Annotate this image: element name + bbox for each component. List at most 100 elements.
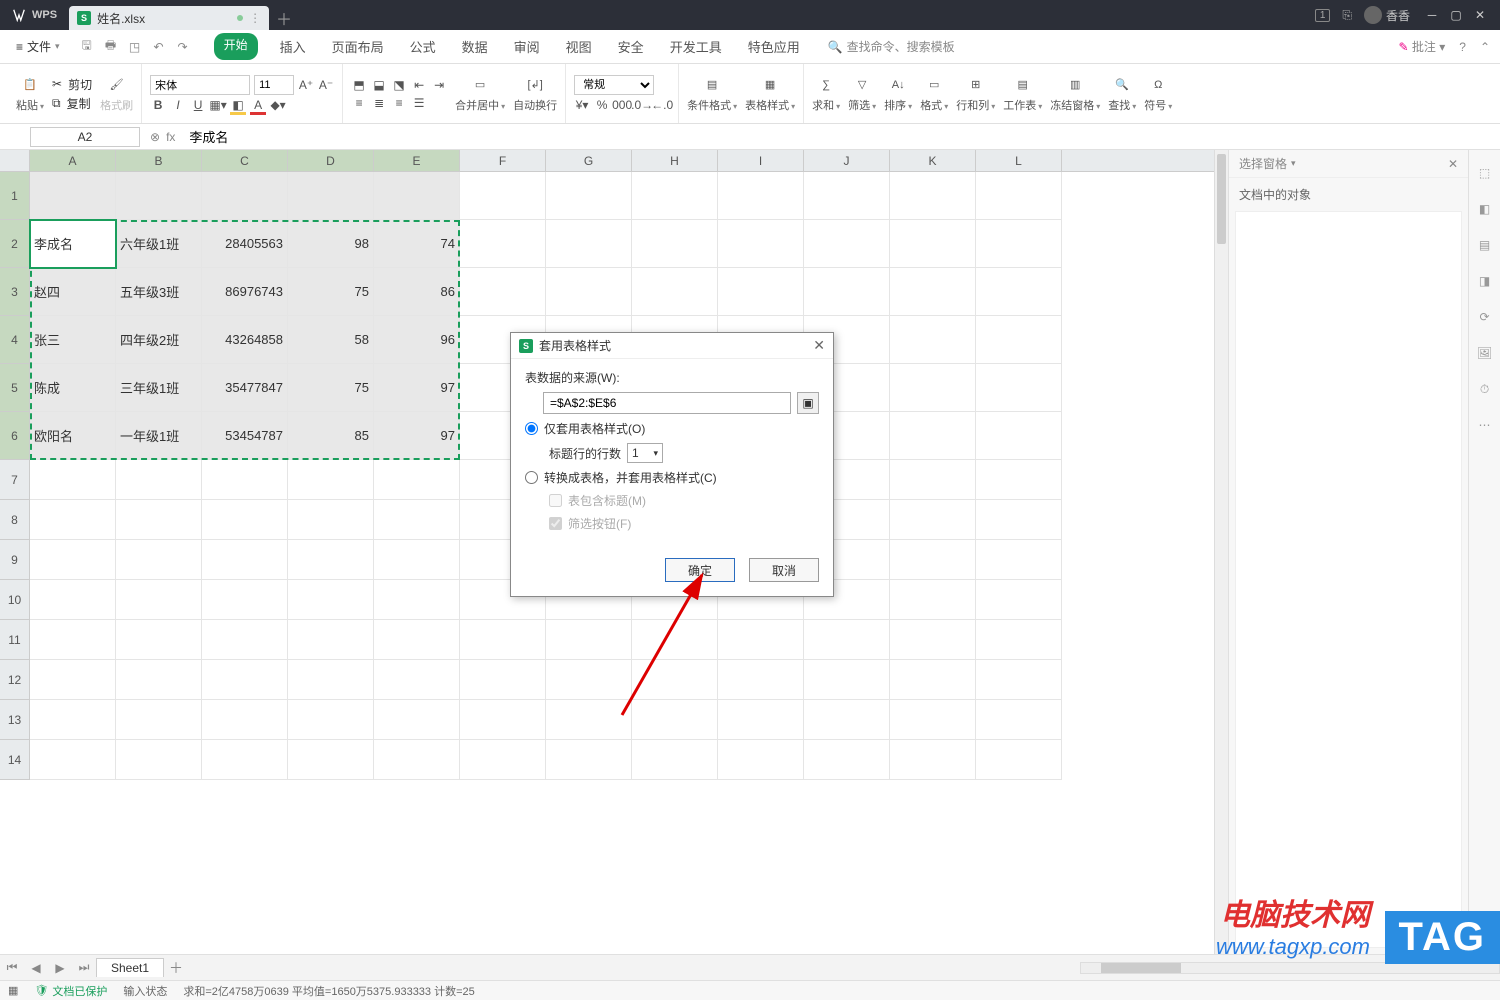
tab-security[interactable]: 安全: [614, 33, 648, 60]
cell[interactable]: 六年级1班: [116, 220, 202, 268]
cell[interactable]: 四年级2班: [116, 316, 202, 364]
cell[interactable]: [718, 620, 804, 660]
fill-color-button[interactable]: ◧: [230, 97, 246, 113]
cell[interactable]: 96: [374, 316, 460, 364]
print-quick-icon[interactable]: 🖶: [102, 38, 120, 56]
add-sheet-button[interactable]: ＋: [164, 958, 188, 978]
cell[interactable]: [202, 580, 288, 620]
cell[interactable]: 李成名: [30, 220, 116, 268]
cell[interactable]: [116, 620, 202, 660]
cell[interactable]: [30, 540, 116, 580]
tab-data[interactable]: 数据: [458, 33, 492, 60]
align-left-icon[interactable]: ≡: [351, 95, 367, 111]
merge-center-button[interactable]: ▭ 合并居中: [455, 75, 505, 113]
cell[interactable]: [288, 460, 374, 500]
row-header[interactable]: 3: [0, 268, 30, 316]
format-button[interactable]: ▭格式: [920, 75, 948, 113]
cell[interactable]: [202, 740, 288, 780]
cell[interactable]: [546, 740, 632, 780]
document-tab[interactable]: S 姓名.xlsx ⋮: [69, 6, 269, 30]
cell[interactable]: [460, 620, 546, 660]
cell[interactable]: [546, 220, 632, 268]
cell[interactable]: [30, 700, 116, 740]
cell[interactable]: [804, 740, 890, 780]
cell[interactable]: [288, 580, 374, 620]
range-picker-button[interactable]: ▣: [797, 392, 819, 414]
cell[interactable]: 75: [288, 268, 374, 316]
cell[interactable]: [890, 172, 976, 220]
row-header[interactable]: 9: [0, 540, 30, 580]
cell[interactable]: [632, 268, 718, 316]
cell[interactable]: 97: [374, 412, 460, 460]
cell[interactable]: [976, 268, 1062, 316]
file-menu[interactable]: ≡ 文件 ▾: [10, 36, 66, 57]
sheet-nav-first[interactable]: ⏮: [0, 960, 24, 975]
cell[interactable]: [546, 700, 632, 740]
cancel-button[interactable]: 取消: [749, 558, 819, 582]
column-header[interactable]: C: [202, 150, 288, 171]
cell[interactable]: [374, 660, 460, 700]
formula-input[interactable]: [185, 129, 1500, 144]
maximize-button[interactable]: ▢: [1446, 5, 1466, 25]
cell[interactable]: [288, 500, 374, 540]
row-header[interactable]: 13: [0, 700, 30, 740]
column-header[interactable]: K: [890, 150, 976, 171]
cell[interactable]: 58: [288, 316, 374, 364]
cell[interactable]: [202, 540, 288, 580]
status-icon[interactable]: ▦: [8, 984, 18, 997]
cell[interactable]: [374, 700, 460, 740]
tab-devtools[interactable]: 开发工具: [666, 33, 726, 60]
cell[interactable]: [460, 268, 546, 316]
cell[interactable]: [632, 172, 718, 220]
cell[interactable]: [632, 220, 718, 268]
copy-button[interactable]: ⧉复制: [52, 95, 92, 112]
vertical-scrollbar[interactable]: [1214, 150, 1228, 954]
cell[interactable]: [890, 268, 976, 316]
cell[interactable]: [460, 220, 546, 268]
cell[interactable]: [202, 700, 288, 740]
toolstrip-history-icon[interactable]: ⏱: [1476, 380, 1494, 398]
app-logo[interactable]: WPS: [0, 8, 69, 22]
cell[interactable]: [30, 580, 116, 620]
cell[interactable]: 35477847: [202, 364, 288, 412]
cell[interactable]: [976, 620, 1062, 660]
sheet-nav-last[interactable]: ⏭: [72, 960, 96, 975]
column-header[interactable]: D: [288, 150, 374, 171]
tab-view[interactable]: 视图: [562, 33, 596, 60]
cell[interactable]: [976, 460, 1062, 500]
cell[interactable]: [890, 660, 976, 700]
cell[interactable]: 一年级1班: [116, 412, 202, 460]
cell[interactable]: [202, 172, 288, 220]
symbol-button[interactable]: Ω符号: [1144, 75, 1172, 113]
italic-button[interactable]: I: [170, 97, 186, 113]
row-header[interactable]: 11: [0, 620, 30, 660]
cell[interactable]: 赵四: [30, 268, 116, 316]
cell[interactable]: [890, 364, 976, 412]
panel-close-icon[interactable]: ✕: [1448, 157, 1458, 171]
cell[interactable]: [460, 700, 546, 740]
cell[interactable]: [288, 700, 374, 740]
conditional-format-button[interactable]: ▤条件格式: [687, 75, 737, 113]
column-header[interactable]: A: [30, 150, 116, 171]
tab-special[interactable]: 特色应用: [744, 33, 804, 60]
indent-decrease-icon[interactable]: ⇤: [411, 77, 427, 93]
increase-font-icon[interactable]: A⁺: [298, 77, 314, 93]
cell[interactable]: [116, 740, 202, 780]
row-header[interactable]: 6: [0, 412, 30, 460]
cell[interactable]: [202, 620, 288, 660]
row-header[interactable]: 10: [0, 580, 30, 620]
currency-icon[interactable]: ¥▾: [574, 97, 590, 113]
cell[interactable]: [718, 268, 804, 316]
sheet-tab[interactable]: Sheet1: [96, 958, 164, 977]
underline-button[interactable]: U: [190, 97, 206, 113]
toolstrip-select-icon[interactable]: ⬚: [1476, 164, 1494, 182]
toolstrip-analysis-icon[interactable]: ◨: [1476, 272, 1494, 290]
decrease-decimal-icon[interactable]: ←.0: [654, 97, 670, 113]
row-header[interactable]: 1: [0, 172, 30, 220]
cell[interactable]: [976, 740, 1062, 780]
worksheet-button[interactable]: ▤工作表: [1003, 75, 1042, 113]
cell[interactable]: [30, 500, 116, 540]
cell[interactable]: 75: [288, 364, 374, 412]
note-button[interactable]: ✎ 批注 ▾: [1398, 38, 1445, 55]
sheet-nav-prev[interactable]: ◀: [24, 961, 48, 975]
